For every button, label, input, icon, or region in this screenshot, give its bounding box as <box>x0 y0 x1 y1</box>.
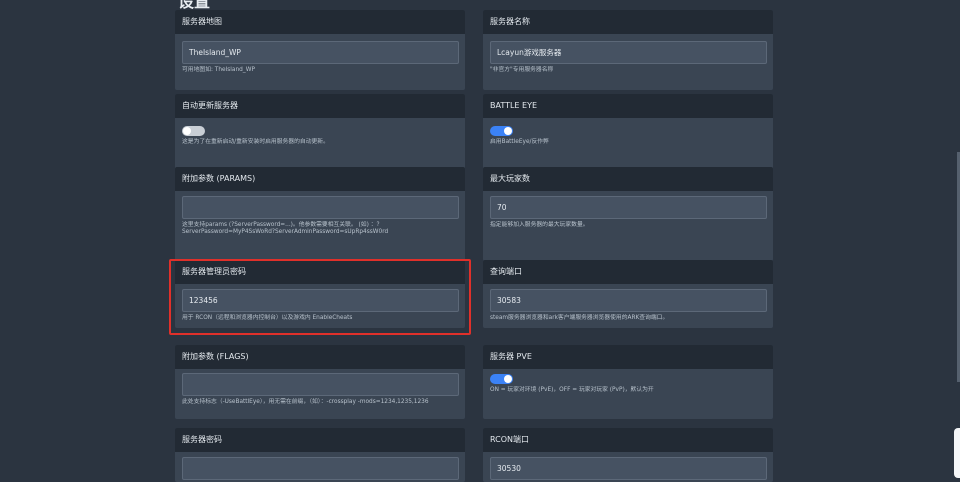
extra-params-hint: 这里支持params (?ServerPassword=...)。他参数需要相互… <box>182 222 389 235</box>
admin-password-input[interactable]: 123456 <box>182 289 459 312</box>
server-name-card: 服务器名称 Lcayun游戏服务器 "非官方"专用服务器名称 <box>483 10 773 90</box>
max-players-input[interactable]: 70 <box>490 196 767 219</box>
server-password-input[interactable] <box>182 457 459 480</box>
extra-flags-card: 附加参数 (FLAGS) 此处支持标志（-UseBattlEye），用无需在前缀… <box>175 345 465 419</box>
admin-password-label: 服务器管理员密码 <box>175 260 465 284</box>
floating-side-button[interactable] <box>954 428 960 478</box>
rcon-port-input[interactable]: 30530 <box>490 457 767 480</box>
battle-eye-card: BATTLE EYE 启用BattleEye/反作弊 <box>483 94 773 174</box>
server-pve-toggle[interactable] <box>490 374 513 384</box>
toggle-knob <box>504 375 512 383</box>
server-pve-hint: ON = 玩家对环境 (PvE)，OFF = 玩家对玩家 (PvP)，默认为开 <box>490 387 654 393</box>
query-port-hint: steam服务器浏览器和ark客户端服务器浏览器使用的ARK查询端口。 <box>490 315 669 321</box>
extra-params-card: 附加参数 (PARAMS) 这里支持params (?ServerPasswor… <box>175 167 465 261</box>
extra-flags-label: 附加参数 (FLAGS) <box>175 345 465 369</box>
server-map-input[interactable]: TheIsland_WP <box>182 41 459 64</box>
query-port-label: 查询端口 <box>483 260 773 284</box>
rcon-port-label: RCON端口 <box>483 428 773 452</box>
battle-eye-toggle[interactable] <box>490 126 513 136</box>
auto-update-toggle[interactable] <box>182 126 205 136</box>
extra-params-label: 附加参数 (PARAMS) <box>175 167 465 191</box>
server-password-label: 服务器密码 <box>175 428 465 452</box>
admin-password-card: 服务器管理员密码 123456 用于 RCON（远程和浏览器内控制台）以及游戏内… <box>175 260 465 328</box>
server-map-label: 服务器地图 <box>175 10 465 34</box>
server-map-card: 服务器地图 TheIsland_WP 可用地图如: TheIsland_WP <box>175 10 465 90</box>
server-pve-card: 服务器 PVE ON = 玩家对环境 (PvE)，OFF = 玩家对玩家 (Pv… <box>483 345 773 419</box>
server-name-input[interactable]: Lcayun游戏服务器 <box>490 41 767 64</box>
auto-update-card: 自动更新服务器 这是为了在重新启动/重新安装时启用服务器的自动更新。 <box>175 94 465 174</box>
max-players-label: 最大玩家数 <box>483 167 773 191</box>
toggle-knob <box>504 127 512 135</box>
battle-eye-hint: 启用BattleEye/反作弊 <box>490 139 549 145</box>
server-password-card: 服务器密码 <box>175 428 465 482</box>
server-name-hint: "非官方"专用服务器名称 <box>490 67 554 73</box>
server-map-hint: 可用地图如: TheIsland_WP <box>182 67 255 73</box>
toggle-knob <box>183 127 191 135</box>
rcon-port-card: RCON端口 30530 <box>483 428 773 482</box>
auto-update-hint: 这是为了在重新启动/重新安装时启用服务器的自动更新。 <box>182 139 329 145</box>
auto-update-label: 自动更新服务器 <box>175 94 465 118</box>
extra-flags-input[interactable] <box>182 373 459 396</box>
battle-eye-label: BATTLE EYE <box>483 94 773 118</box>
admin-password-hint: 用于 RCON（远程和浏览器内控制台）以及游戏内 EnableCheats <box>182 315 353 321</box>
max-players-hint: 指定能够加入服务器的最大玩家数量。 <box>490 222 589 228</box>
extra-flags-hint: 此处支持标志（-UseBattlEye），用无需在前缀，（如）：-crosspl… <box>182 399 429 405</box>
extra-params-input[interactable] <box>182 196 459 219</box>
max-players-card: 最大玩家数 70 指定能够加入服务器的最大玩家数量。 <box>483 167 773 261</box>
server-name-label: 服务器名称 <box>483 10 773 34</box>
query-port-input[interactable]: 30583 <box>490 289 767 312</box>
server-pve-label: 服务器 PVE <box>483 345 773 369</box>
query-port-card: 查询端口 30583 steam服务器浏览器和ark客户端服务器浏览器使用的AR… <box>483 260 773 328</box>
